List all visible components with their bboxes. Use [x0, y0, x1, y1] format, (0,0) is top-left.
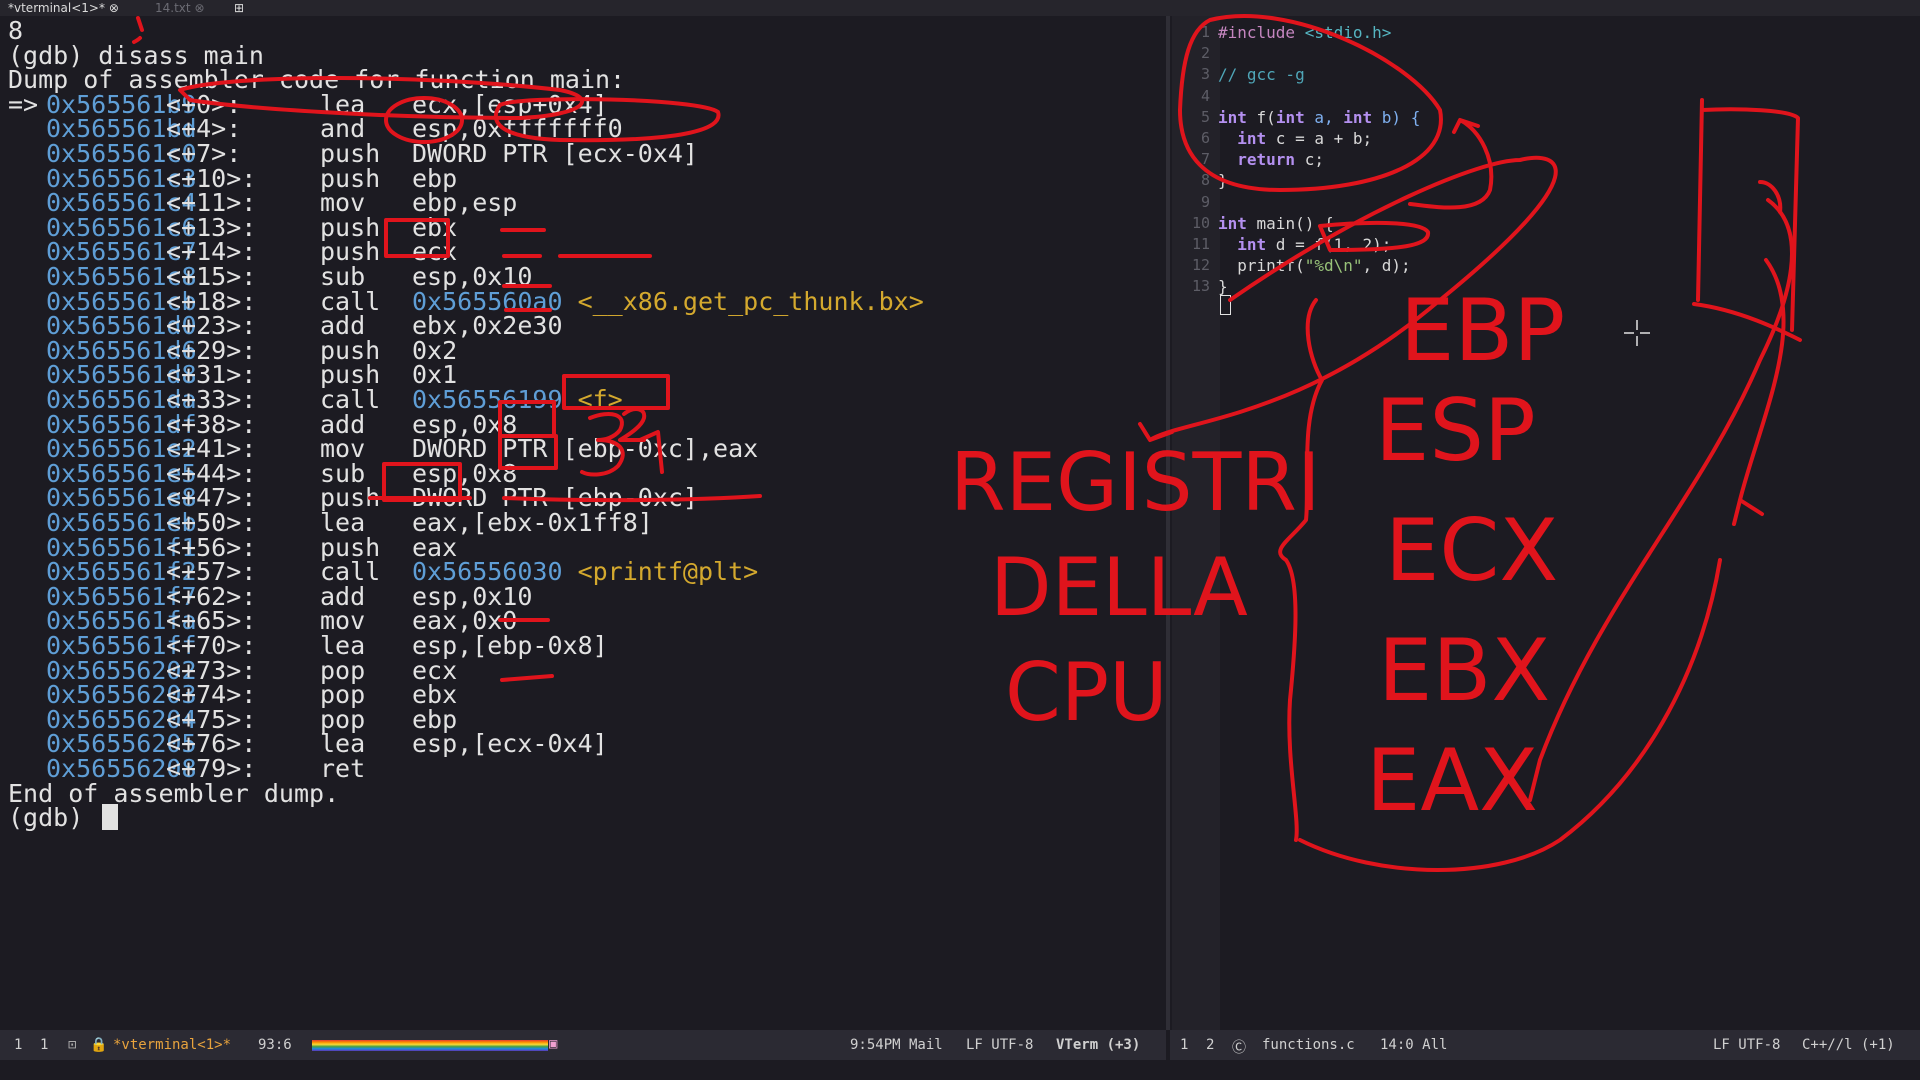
- buffer-name[interactable]: functions.c: [1262, 1037, 1355, 1053]
- cursor-position: 14:0 All: [1380, 1037, 1448, 1053]
- line-number-gutter: 1 2 3 4 5 6 7 8 9 10 11 12 13: [1172, 16, 1220, 1030]
- line-number: 11: [1191, 235, 1210, 253]
- tab-14-txt[interactable]: 14.txt ⊗: [155, 1, 205, 15]
- code-line[interactable]: #include <stdio.h>: [1218, 22, 1391, 43]
- code-token: // gcc -g: [1218, 65, 1305, 85]
- instruction-operands: esp,[ecx-0x4]: [412, 729, 608, 759]
- code-token: "%d\n": [1304, 256, 1363, 276]
- code-token: <stdio.h>: [1304, 23, 1392, 42]
- code-token: a,: [1304, 107, 1344, 127]
- encoding[interactable]: LF UTF-8: [966, 1037, 1033, 1053]
- code-line[interactable]: // gcc -g: [1218, 64, 1305, 85]
- code-token: c;: [1295, 150, 1324, 170]
- terminal-pane[interactable]: 8 (gdb) disass main Dump of assembler code…: [0, 16, 1166, 1030]
- nyan-progress-bar[interactable]: [312, 1040, 548, 1051]
- line-number: 1: [1200, 23, 1210, 41]
- line-number: 12: [1191, 256, 1210, 275]
- code-token: int: [1343, 107, 1373, 127]
- time-mail: 9:54PM Mail: [850, 1037, 943, 1053]
- line-number: 2: [1200, 44, 1210, 63]
- tab-bar: *vterminal<1>* ⊗ 14.txt ⊗ ⊞: [0, 0, 1920, 16]
- code-token: d = f(1, 2);: [1266, 235, 1392, 254]
- call-target-symbol: <f>: [577, 385, 623, 414]
- buffer-name[interactable]: *vterminal<1>*: [113, 1037, 231, 1053]
- code-token: printf(: [1218, 256, 1305, 276]
- code-token: int: [1218, 213, 1247, 233]
- code-line[interactable]: int c = a + b;: [1218, 128, 1372, 149]
- line-number: 7: [1200, 150, 1210, 169]
- code-token: int: [1237, 235, 1267, 254]
- code-line[interactable]: printf("%d\n", d);: [1218, 255, 1411, 276]
- call-target-symbol: <printf@plt>: [577, 557, 759, 587]
- major-mode[interactable]: VTerm (+3): [1056, 1037, 1140, 1053]
- code-token: int: [1275, 107, 1305, 127]
- code-token: #include: [1218, 23, 1305, 42]
- close-icon[interactable]: ⊗: [109, 1, 119, 15]
- code-token: }: [1218, 277, 1228, 297]
- gdb-prompt: (gdb): [8, 803, 84, 833]
- code-line[interactable]: int main() {: [1218, 213, 1334, 234]
- line-number: 9: [1200, 192, 1210, 211]
- line-number: 8: [1200, 171, 1210, 190]
- code-line[interactable]: int d = f(1, 2);: [1218, 234, 1391, 255]
- modeline-editor[interactable]: 1 2 Ⓒ functions.c 14:0 All LF UTF-8 C++/…: [1170, 1030, 1920, 1060]
- close-icon[interactable]: ⊗: [194, 1, 204, 15]
- editor-pane[interactable]: 1 2 3 4 5 6 7 8 9 10 11 12 13 #include <stdio.h>// g…: [1172, 16, 1920, 1030]
- new-tab-icon[interactable]: ⊞: [234, 1, 244, 15]
- current-instruction-marker: =>: [8, 89, 39, 119]
- code-token: b) {: [1372, 107, 1421, 127]
- code-line[interactable]: int f(int a, int b) {: [1218, 107, 1420, 128]
- code-line[interactable]: }: [1218, 170, 1228, 191]
- terminal-icon: ⊡: [68, 1037, 77, 1053]
- line-number: 3: [1200, 65, 1210, 84]
- encoding[interactable]: LF UTF-8: [1713, 1037, 1780, 1053]
- minibuffer[interactable]: [0, 1060, 1920, 1080]
- call-target-symbol: <__x86.get_pc_thunk.bx>: [577, 286, 924, 316]
- asm-line: => 0x565561b9 <+0>: lea ecx,[esp+0x4]: [8, 89, 608, 120]
- code-token: int: [1218, 107, 1247, 127]
- line-number: 4: [1200, 86, 1210, 105]
- crosshair-cursor-icon: [1624, 320, 1650, 346]
- code-token: }: [1218, 171, 1228, 191]
- text-cursor: [1220, 295, 1231, 315]
- copyright-icon: Ⓒ: [1232, 1040, 1246, 1056]
- code-token: int: [1237, 129, 1267, 148]
- lock-icon: 🔒: [90, 1037, 108, 1053]
- nyan-cat-icon: ▣: [549, 1036, 558, 1052]
- code-token: f(: [1246, 107, 1276, 127]
- buffer-number: 1: [40, 1037, 49, 1053]
- code-token: return: [1237, 150, 1296, 170]
- line-number: 6: [1200, 129, 1210, 147]
- code-line[interactable]: return c;: [1218, 149, 1324, 170]
- code-token: c = a + b;: [1266, 129, 1373, 148]
- cursor-position: 93:6: [258, 1037, 292, 1053]
- window-number: 1: [14, 1037, 23, 1053]
- modeline-terminal[interactable]: 1 1 ⊡ 🔒 *vterminal<1>* 93:6 ▣ 9:54PM Mai…: [0, 1030, 1166, 1060]
- tab-vterminal[interactable]: *vterminal<1>* ⊗: [8, 1, 119, 15]
- major-mode[interactable]: C++//l (+1): [1802, 1037, 1895, 1053]
- line-number: 10: [1191, 213, 1210, 232]
- terminal-cursor: [102, 804, 119, 831]
- window-divider[interactable]: [1166, 16, 1170, 1030]
- code-token: main() {: [1246, 213, 1334, 233]
- prompt-line: (gdb): [8, 803, 119, 833]
- line-number: 5: [1200, 107, 1210, 126]
- code-token: , d);: [1362, 256, 1411, 276]
- buffer-number: 2: [1206, 1037, 1215, 1053]
- window-number: 1: [1180, 1037, 1189, 1053]
- line-number: 13: [1191, 277, 1210, 296]
